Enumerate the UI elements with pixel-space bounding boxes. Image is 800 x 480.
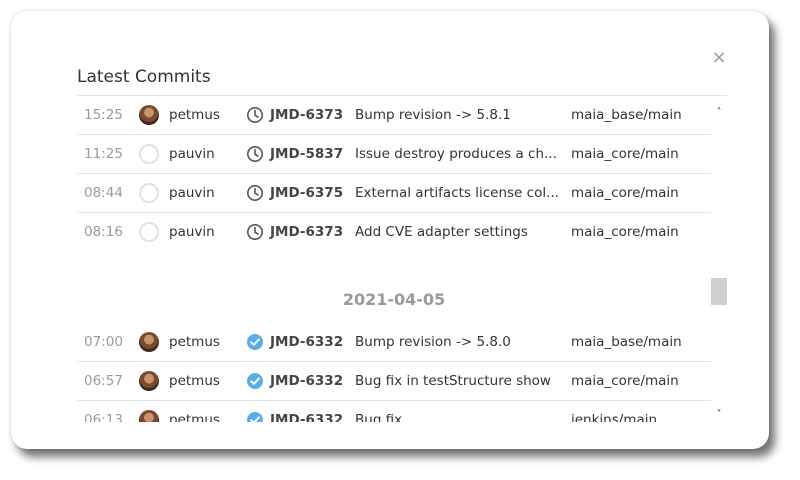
- avatar-placeholder: [139, 144, 159, 164]
- avatar: [139, 371, 159, 391]
- commit-row[interactable]: 11:25 pauvin JMD-5837 Issue destroy prod…: [77, 135, 711, 174]
- commit-message: Bug fix in testStructure show: [355, 373, 551, 389]
- avatar-placeholder: [139, 183, 159, 203]
- issue-key[interactable]: JMD-6332: [270, 323, 343, 361]
- commit-row[interactable]: 07:00 petmus JMD-6332 Bump revision -> 5…: [77, 323, 711, 362]
- commit-row[interactable]: 06:57 petmus JMD-6332 Bug fix in testStr…: [77, 362, 711, 401]
- commit-author: pauvin: [169, 146, 215, 162]
- commit-row[interactable]: 06:13 petmus JMD-6332 Bug fix jenkins/ma…: [77, 401, 711, 422]
- date-separator-label: 2021-04-05: [342, 290, 446, 309]
- check-circle-icon: [247, 334, 263, 350]
- commit-time: 08:44: [84, 185, 123, 201]
- commit-message: Add CVE adapter settings: [355, 224, 528, 240]
- commit-branch: maia_base/main: [571, 107, 682, 123]
- date-separator: 2021-04-05: [77, 251, 711, 323]
- commit-branch: maia_base/main: [571, 334, 682, 350]
- commit-branch: maia_core/main: [571, 146, 679, 162]
- issue-key[interactable]: JMD-6375: [270, 174, 343, 212]
- commits-dialog: × Latest Commits 15:25 petmus JMD-6373 B…: [11, 11, 769, 449]
- clock-icon: [247, 224, 263, 240]
- avatar: [139, 332, 159, 352]
- avatar: [139, 105, 159, 125]
- commit-author: pauvin: [169, 185, 215, 201]
- issue-key[interactable]: JMD-6373: [270, 213, 343, 251]
- issue-key[interactable]: JMD-6332: [270, 362, 343, 400]
- avatar: [139, 410, 159, 422]
- commit-row[interactable]: 08:44 pauvin JMD-6375 External artifacts…: [77, 174, 711, 213]
- commit-message: Bug fix: [355, 412, 403, 422]
- commit-time: 06:57: [84, 373, 123, 389]
- commit-message: Bump revision -> 5.8.1: [355, 107, 511, 123]
- commit-time: 15:25: [84, 107, 123, 123]
- scroll-up-arrow-icon[interactable]: ˄: [711, 104, 727, 122]
- issue-key[interactable]: JMD-5837: [270, 135, 343, 173]
- commit-branch: maia_core/main: [571, 224, 679, 240]
- vertical-scrollbar[interactable]: ˄ ˅: [711, 96, 727, 422]
- clock-icon: [247, 185, 263, 201]
- issue-key[interactable]: JMD-6332: [270, 401, 343, 422]
- avatar-placeholder: [139, 222, 159, 242]
- issue-key[interactable]: JMD-6373: [270, 96, 343, 134]
- scroll-down-arrow-icon[interactable]: ˅: [711, 406, 727, 422]
- commit-branch: maia_core/main: [571, 185, 679, 201]
- commit-author: petmus: [169, 412, 220, 422]
- check-circle-icon: [247, 373, 263, 389]
- clock-icon: [247, 107, 263, 123]
- commit-time: 07:00: [84, 334, 123, 350]
- commit-time: 06:13: [84, 412, 123, 422]
- clock-icon: [247, 146, 263, 162]
- commit-author: pauvin: [169, 224, 215, 240]
- scrollbar-thumb[interactable]: [711, 278, 727, 305]
- commit-time: 08:16: [84, 224, 123, 240]
- commit-list[interactable]: 15:25 petmus JMD-6373 Bump revision -> 5…: [77, 95, 727, 422]
- commit-branch: maia_core/main: [571, 373, 679, 389]
- commit-author: petmus: [169, 334, 220, 350]
- close-button[interactable]: ×: [709, 47, 729, 69]
- commit-message: External artifacts license col...: [355, 185, 559, 201]
- commit-time: 11:25: [84, 146, 123, 162]
- commit-author: petmus: [169, 107, 220, 123]
- commit-rows: 15:25 petmus JMD-6373 Bump revision -> 5…: [77, 96, 711, 422]
- commit-branch: jenkins/main: [571, 412, 658, 422]
- commit-message: Bump revision -> 5.8.0: [355, 334, 511, 350]
- commit-author: petmus: [169, 373, 220, 389]
- commit-row[interactable]: 15:25 petmus JMD-6373 Bump revision -> 5…: [77, 96, 711, 135]
- commit-row[interactable]: 08:16 pauvin JMD-6373 Add CVE adapter se…: [77, 213, 711, 251]
- dialog-title: Latest Commits: [77, 67, 211, 87]
- check-circle-icon: [247, 412, 263, 422]
- commit-message: Issue destroy produces a ch...: [355, 146, 557, 162]
